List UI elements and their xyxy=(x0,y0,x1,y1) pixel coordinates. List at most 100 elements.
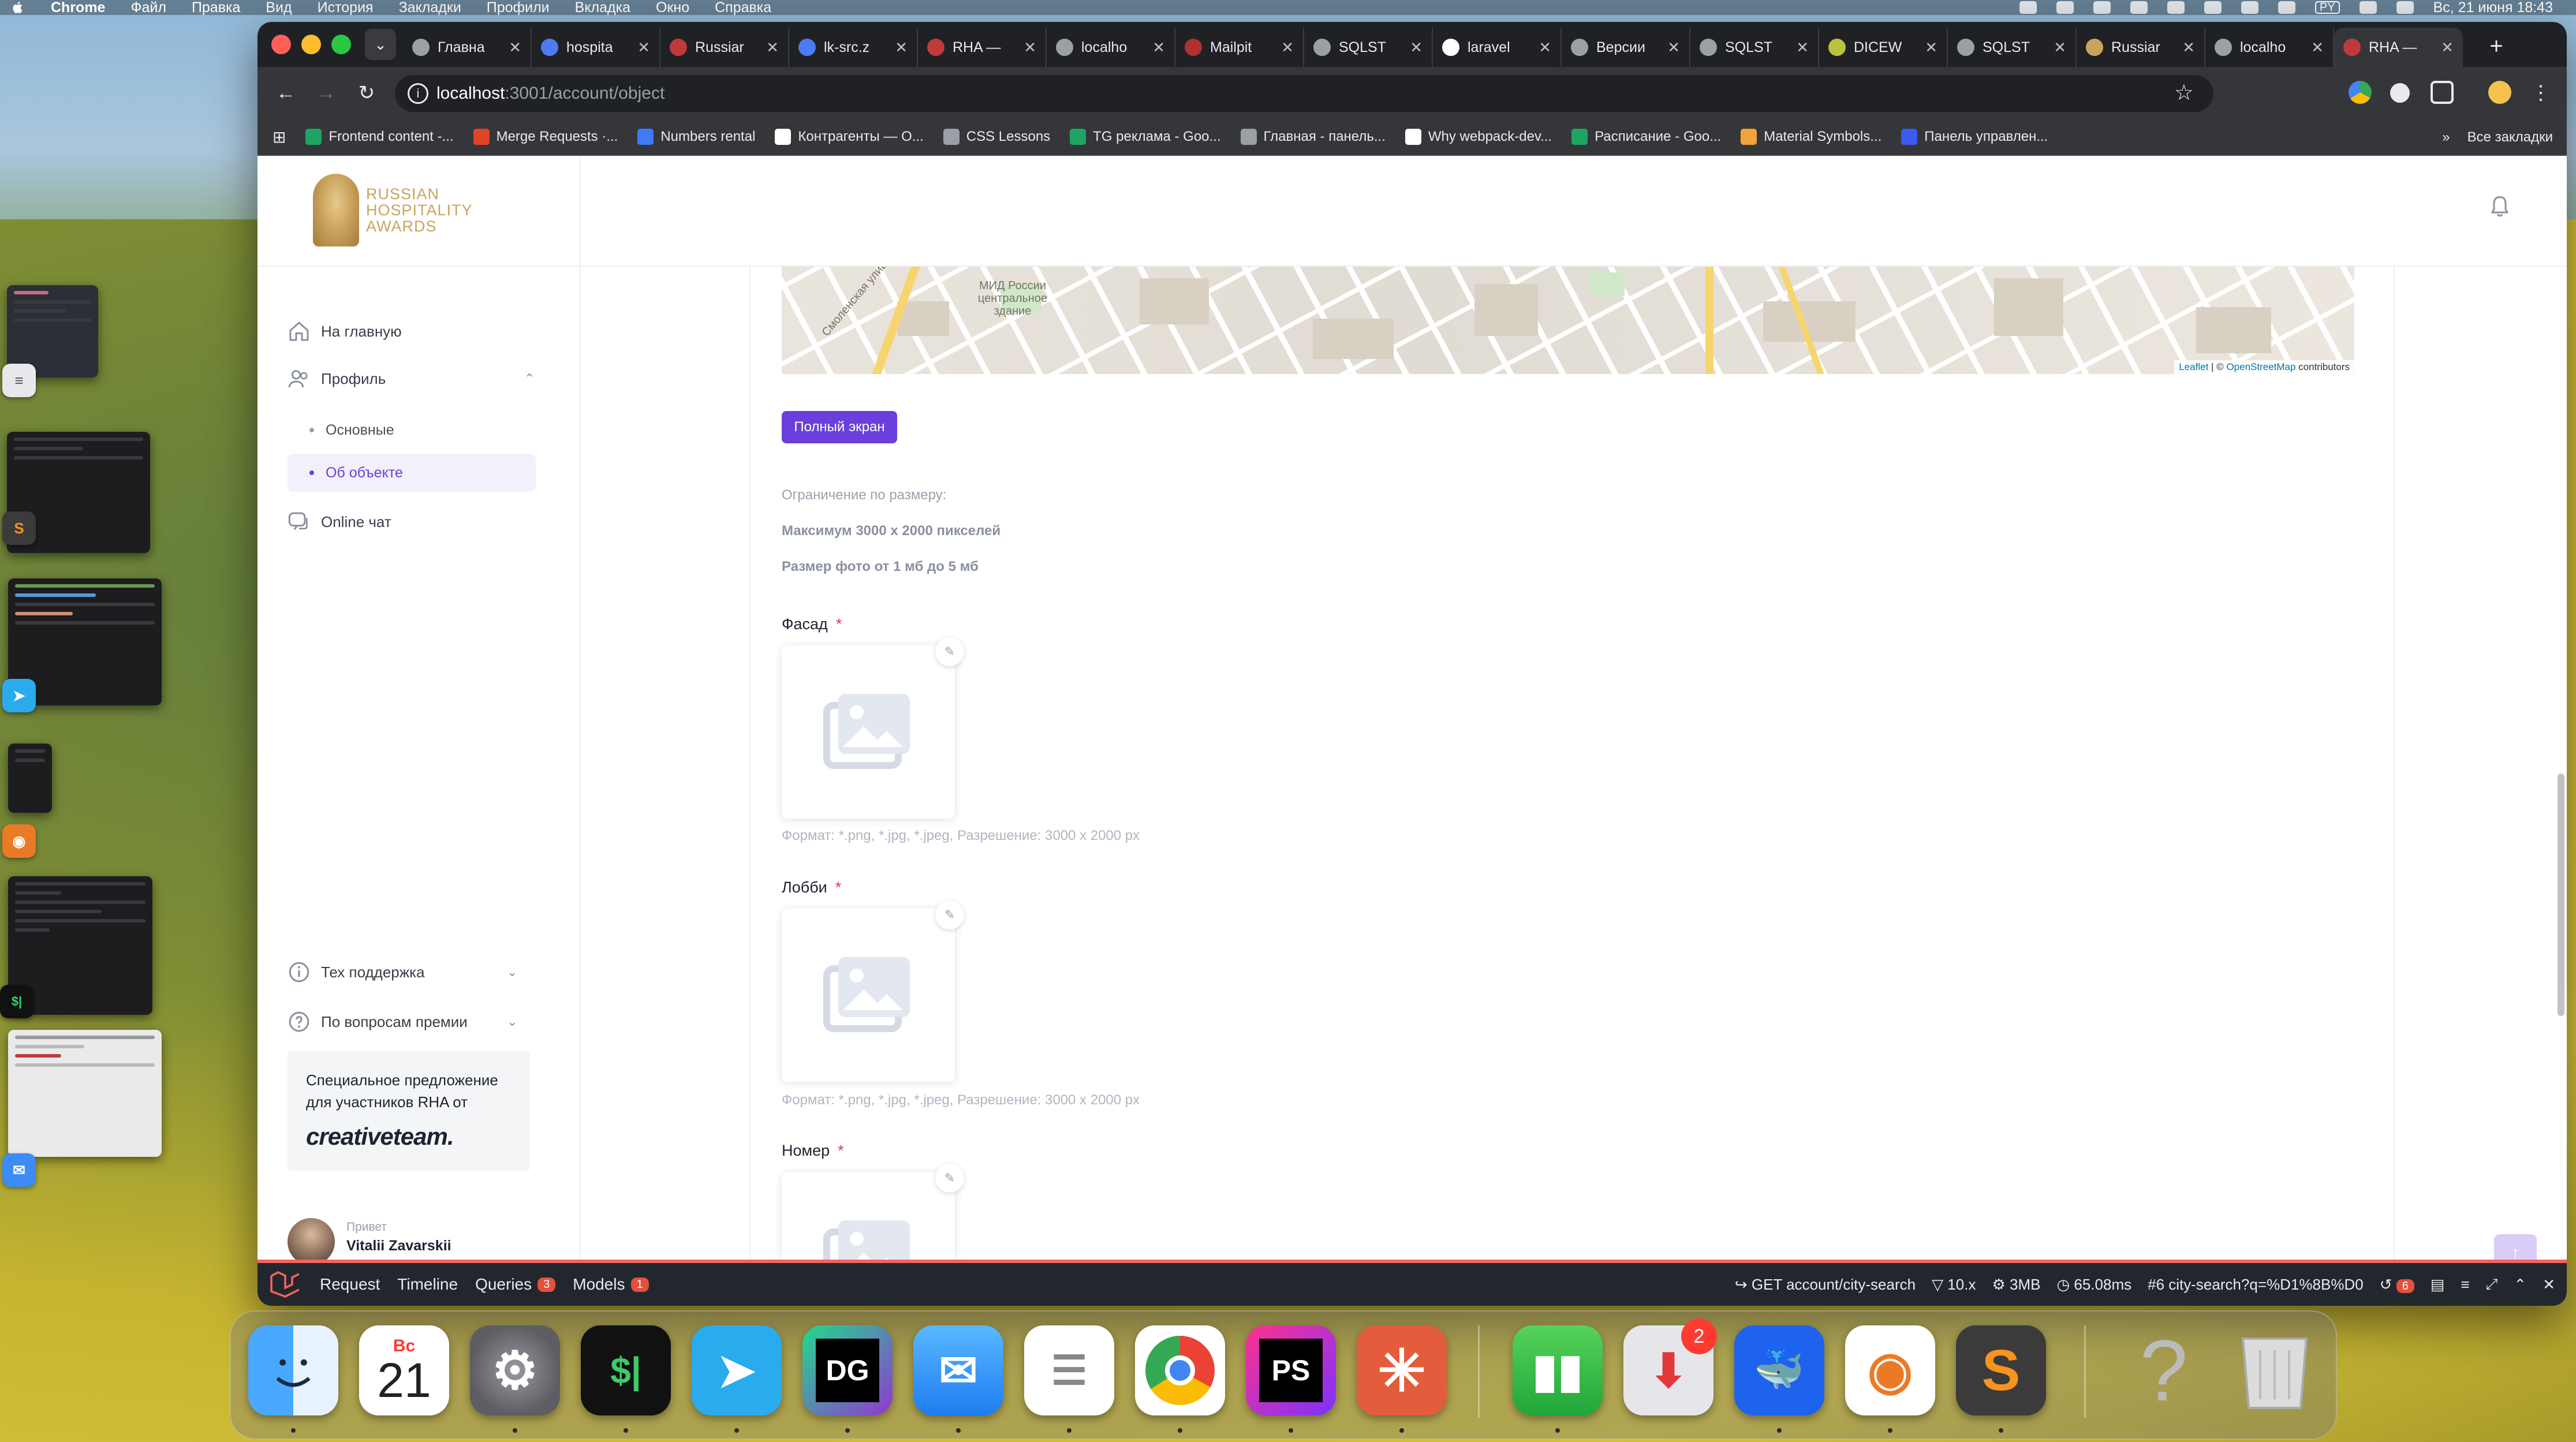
all-bookmarks-folder[interactable]: Все закладки xyxy=(2467,129,2553,145)
debugbar-request-select[interactable]: #6 city-search?q=%D1%8B%D0 xyxy=(2148,1276,2364,1294)
telegram-status-icon[interactable] xyxy=(2167,1,2185,14)
openstreetmap-link[interactable]: OpenStreetMap xyxy=(2226,361,2295,372)
menu-history[interactable]: История xyxy=(318,0,374,16)
bookmark-item[interactable]: Панель управлен... xyxy=(1901,129,2048,145)
bookmark-item[interactable]: Why webpack-dev... xyxy=(1405,129,1552,145)
menu-view[interactable]: Вид xyxy=(266,0,292,16)
browser-tab[interactable]: RHA — ✕ xyxy=(2334,28,2463,67)
reminders-dock-icon[interactable]: ☰ xyxy=(1024,1325,1114,1415)
close-tab-icon[interactable]: ✕ xyxy=(1281,39,1294,57)
close-tab-icon[interactable]: ✕ xyxy=(2311,39,2324,57)
menu-bookmarks[interactable]: Закладки xyxy=(399,0,461,16)
close-tab-icon[interactable]: ✕ xyxy=(1410,39,1423,57)
more-bookmarks-chevron-icon[interactable]: » xyxy=(2442,129,2450,145)
close-tab-icon[interactable]: ✕ xyxy=(1152,39,1165,57)
browser-tab[interactable]: hospita ✕ xyxy=(532,28,660,67)
close-tab-icon[interactable]: ✕ xyxy=(1667,39,1680,57)
menubar-clock[interactable]: Вс, 21 июня 18:43 xyxy=(2433,0,2553,16)
menubar-app-name[interactable]: Chrome xyxy=(51,0,105,16)
input-language[interactable]: PY xyxy=(2314,1,2340,14)
close-tab-icon[interactable]: ✕ xyxy=(509,39,521,57)
menu-file[interactable]: Файл xyxy=(130,0,166,16)
openvpn-app-badge[interactable]: ◉ xyxy=(2,824,36,858)
bookmark-item[interactable]: Главная - панель... xyxy=(1240,129,1386,145)
sidebar-item-chat[interactable]: Online чат xyxy=(288,510,391,533)
close-tab-icon[interactable]: ✕ xyxy=(1024,39,1036,57)
system-settings-dock-icon[interactable]: ⚙ xyxy=(470,1325,560,1415)
bookmark-item[interactable]: Контрагенты — О... xyxy=(775,129,924,145)
close-window-button[interactable] xyxy=(271,35,291,54)
siri-icon[interactable] xyxy=(2396,1,2414,14)
chevron-up-icon[interactable]: ⌃ xyxy=(2514,1276,2526,1294)
bookmark-item[interactable]: TG реклама - Goo... xyxy=(1070,129,1221,145)
debugbar-tab-request[interactable]: Request xyxy=(320,1275,380,1294)
trash-dock-icon[interactable] xyxy=(2230,1325,2320,1415)
bookmark-item[interactable]: Frontend content -... xyxy=(305,129,454,145)
sidebar-item-support[interactable]: Тех поддержка ⌄ xyxy=(288,961,536,984)
browser-tab[interactable]: Russiar ✕ xyxy=(2077,28,2205,67)
sidebar-item-home[interactable]: На главную xyxy=(288,320,402,343)
status-icon[interactable] xyxy=(2093,1,2111,14)
close-tab-icon[interactable]: ✕ xyxy=(1925,39,1937,57)
telegram-dock-icon[interactable]: ➤ xyxy=(692,1325,782,1415)
extension-icon[interactable] xyxy=(2390,83,2410,103)
close-tab-icon[interactable]: ✕ xyxy=(2182,39,2195,57)
help-question-dock-icon[interactable]: ? xyxy=(2119,1322,2209,1419)
edit-pencil-icon[interactable]: ✎ xyxy=(935,637,964,666)
close-tab-icon[interactable]: ✕ xyxy=(1539,39,1551,57)
forward-arrow-icon[interactable]: → xyxy=(313,80,339,106)
maximize-icon[interactable]: ⤢ xyxy=(2486,1275,2498,1294)
notification-bell-icon[interactable] xyxy=(2488,194,2511,219)
debugbar-history[interactable]: ↺ 6 xyxy=(2380,1276,2414,1294)
mail-dock-icon[interactable]: ✉ xyxy=(913,1325,1003,1415)
tab-search-chevron-down-icon[interactable]: ⌄ xyxy=(365,29,396,60)
sidebar-item-awards-questions[interactable]: По вопросам премии ⌄ xyxy=(288,1010,536,1033)
reload-icon[interactable]: ↻ xyxy=(353,80,380,106)
bookmark-star-icon[interactable]: ☆ xyxy=(2174,80,2194,106)
status-icon[interactable] xyxy=(2241,1,2258,14)
sidebar-item-profile[interactable]: Профиль ⌃ xyxy=(288,367,536,390)
sidebar-subitem-basic[interactable]: Основные xyxy=(288,411,536,449)
stage-manager-window-thumbnail[interactable] xyxy=(8,744,52,813)
browser-tab[interactable]: lk-src.z ✕ xyxy=(789,28,918,67)
sidebar-subitem-object[interactable]: Об объекте xyxy=(288,454,536,492)
room-upload[interactable]: ✎ xyxy=(782,1164,964,1260)
location-map[interactable]: МИД России центральное здание Смоленская… xyxy=(782,267,2354,374)
chevron-up-icon[interactable]: ⌃ xyxy=(524,371,535,386)
status-icon[interactable] xyxy=(2204,1,2222,14)
folder-icon[interactable]: ▤ xyxy=(2431,1276,2445,1294)
close-tab-icon[interactable]: ✕ xyxy=(1796,39,1809,57)
laravel-logo-icon[interactable] xyxy=(268,1271,303,1298)
menu-edit[interactable]: Правка xyxy=(192,0,240,16)
iterm-dock-icon[interactable]: $| xyxy=(581,1325,671,1415)
calendar-dock-icon[interactable]: Вс 21 xyxy=(359,1325,449,1415)
profile-avatar[interactable] xyxy=(2488,81,2511,104)
edit-pencil-icon[interactable]: ✎ xyxy=(935,1164,964,1193)
datagrip-dock-icon[interactable]: DG xyxy=(802,1325,893,1415)
close-tab-icon[interactable]: ✕ xyxy=(766,39,779,57)
apple-icon[interactable] xyxy=(10,0,25,15)
reminders-app-badge[interactable]: ≡ xyxy=(2,364,36,397)
browser-tab[interactable]: localho ✕ xyxy=(2205,28,2334,67)
browser-tab[interactable]: laravel ✕ xyxy=(1433,28,1562,67)
sublime-text-dock-icon[interactable]: S xyxy=(1956,1325,2046,1415)
bookmark-item[interactable]: Numbers rental xyxy=(637,129,755,145)
leaflet-link[interactable]: Leaflet xyxy=(2179,361,2208,372)
control-center-icon[interactable] xyxy=(2359,1,2377,14)
browser-tab[interactable]: SQLST ✕ xyxy=(1690,28,1819,67)
telegram-app-badge[interactable]: ➤ xyxy=(2,679,36,712)
browser-tab[interactable]: DICEW ✕ xyxy=(1819,28,1948,67)
debugbar-tab-queries[interactable]: Queries 3 xyxy=(475,1275,556,1294)
openvpn-dock-icon[interactable]: ◉ xyxy=(1845,1325,1935,1415)
menu-window[interactable]: Окно xyxy=(656,0,689,16)
sublime-app-badge[interactable]: S xyxy=(2,511,36,545)
user-profile[interactable]: Привет Vitalii Zavarskii xyxy=(288,1218,451,1260)
debugbar-route[interactable]: ↪ GET account/city-search xyxy=(1735,1276,1916,1294)
browser-tab[interactable]: SQLST ✕ xyxy=(1304,28,1433,67)
back-arrow-icon[interactable]: ← xyxy=(272,80,299,106)
status-icon[interactable] xyxy=(2130,1,2148,14)
close-tab-icon[interactable]: ✕ xyxy=(637,39,650,57)
fullscreen-button[interactable]: Полный экран xyxy=(782,411,897,443)
docker-dock-icon[interactable]: 🐳 xyxy=(1734,1325,1824,1415)
facade-upload[interactable]: ✎ xyxy=(782,637,964,819)
